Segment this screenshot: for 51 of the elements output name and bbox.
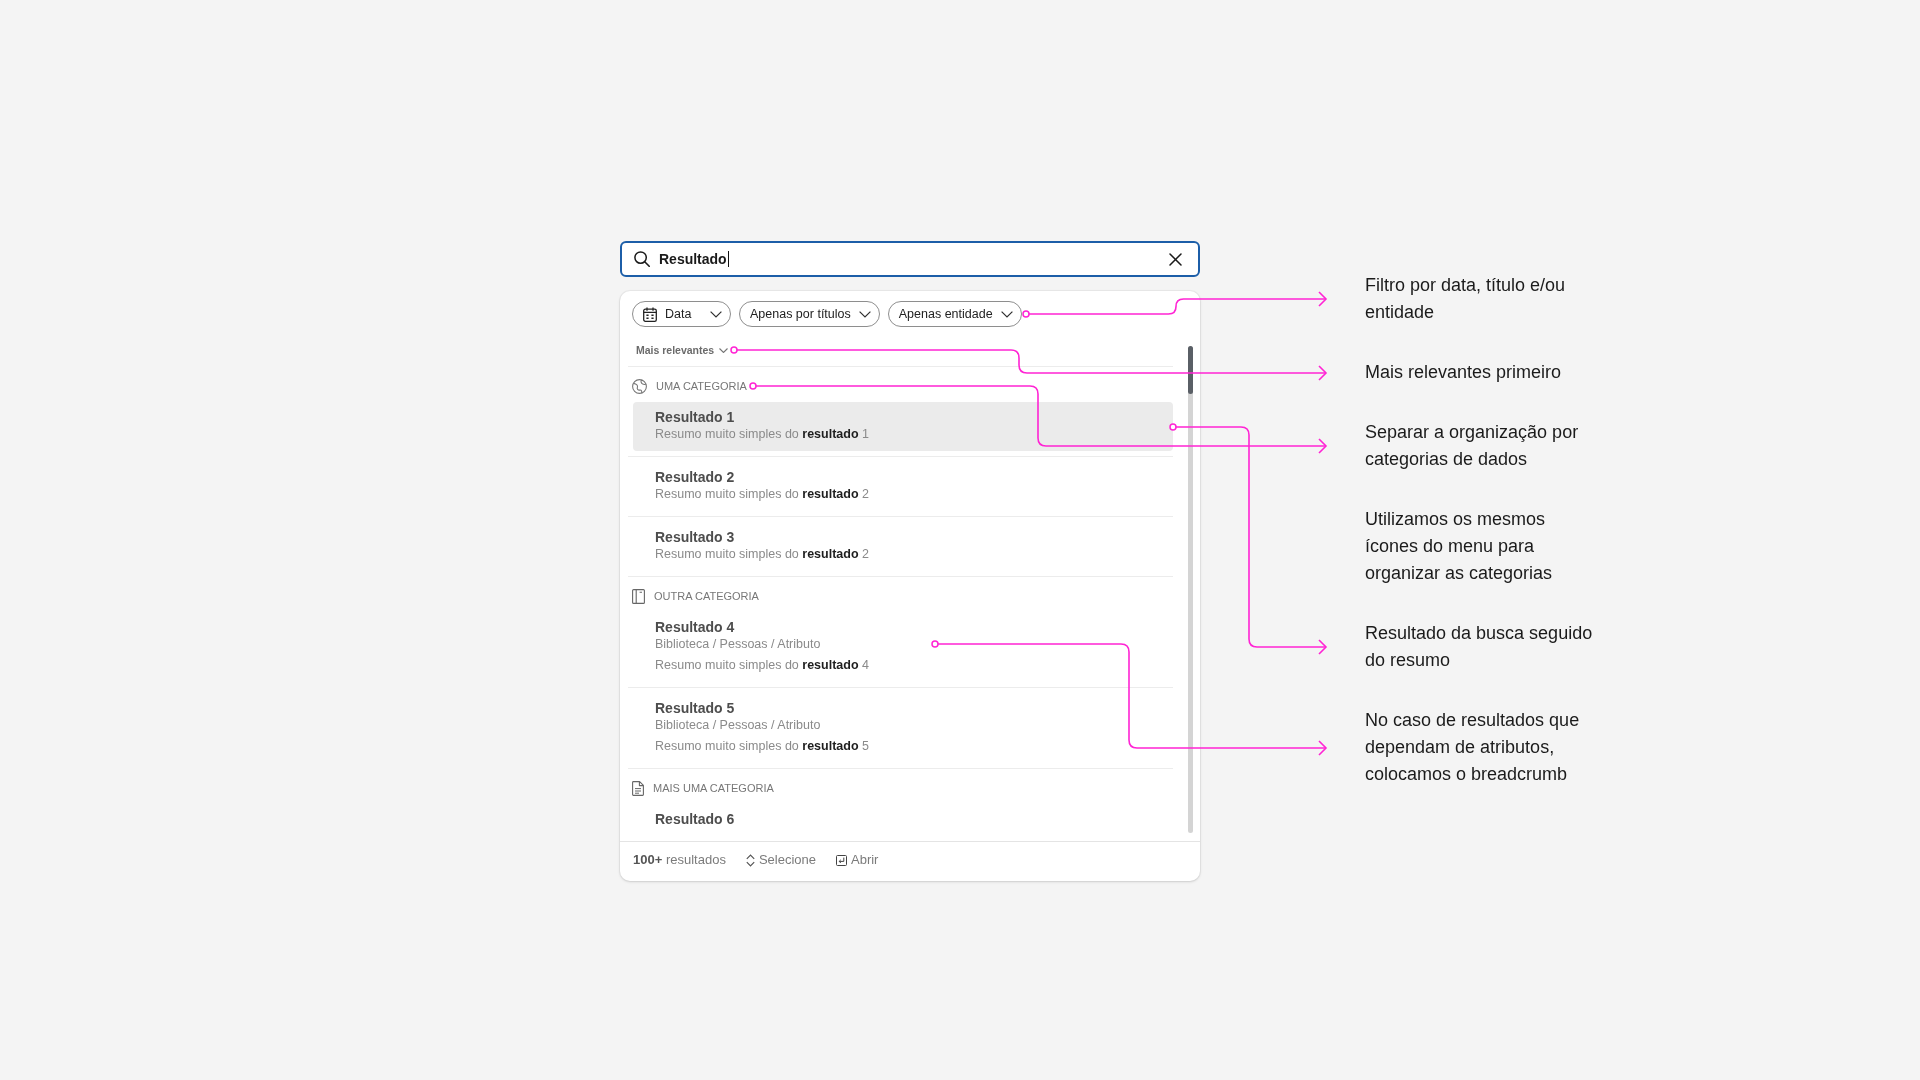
calendar-icon: [643, 306, 657, 322]
breadcrumb: Biblioteca / Pessoas / Atributo: [655, 636, 821, 652]
result-item[interactable]: Resultado 1 Resumo muito simples do resultado 1: [633, 402, 1173, 451]
shortcut-hint: Selecione: [758, 852, 816, 868]
result-summary: Resumo muito simples do resultado 2: [655, 486, 869, 503]
chevron-down-icon: [1000, 310, 1013, 318]
result-item[interactable]: Resultado 3 Resumo muito simples do resultado 2: [633, 522, 1173, 571]
shortcut-hint: Abrir: [851, 852, 879, 868]
result-title: Resultado 3: [655, 529, 735, 546]
result-count: 100+ resultados: [633, 852, 726, 868]
globe-icon: [632, 378, 647, 394]
chevron-down-icon: [858, 310, 871, 318]
result-title: Resultado 6: [655, 811, 735, 828]
result-summary: Resumo muito simples do resultado 1: [655, 426, 869, 443]
scrollbar-thumb[interactable]: [1188, 346, 1193, 394]
result-title: Resultado 2: [655, 469, 735, 486]
enter-key-icon: [836, 854, 847, 866]
chevron-down-icon: [719, 347, 729, 353]
result-item[interactable]: Resultado 6: [633, 804, 1173, 836]
document-icon: [632, 780, 644, 796]
result-title: Resultado 4: [655, 619, 735, 636]
annotation-text: Mais relevantes primeiro: [1365, 361, 1563, 384]
category-label: UMA CATEGORIA: [656, 379, 747, 394]
result-title: Resultado 1: [655, 409, 735, 426]
annotation-text: Utilizamos os mesmos ícones do menu para organizar as categorias: [1365, 508, 1554, 585]
breadcrumb: Biblioteca / Pessoas / Atributo: [655, 717, 821, 733]
annotation-text: Filtro por data, título e/ou entidade: [1365, 274, 1567, 324]
scrollbar[interactable]: [1188, 346, 1193, 833]
result-summary: Resumo muito simples do resultado 4: [655, 657, 869, 674]
result-summary: Resumo muito simples do resultado 5: [655, 738, 869, 755]
result-item[interactable]: Resultado 5 Biblioteca / Pessoas / Atributo Resumo muito simples do resultado 5: [633, 693, 1173, 763]
close-icon[interactable]: [1169, 252, 1182, 266]
filter-dropdown[interactable]: Data: [632, 301, 731, 327]
result-item[interactable]: Resultado 2 Resumo muito simples do resultado 2: [633, 462, 1173, 511]
text-cursor-icon: [727, 251, 730, 267]
category-label: OUTRA CATEGORIA: [654, 589, 759, 604]
sort-dropdown[interactable]: Mais relevantes: [636, 343, 729, 357]
annotation-text: No caso de resultados que dependam de atributos, colocamos o breadcrumb: [1365, 709, 1581, 786]
result-summary: Resumo muito simples do resultado 2: [655, 546, 869, 563]
filter-dropdown[interactable]: Apenas entidade: [887, 301, 1022, 327]
up-down-chevron-icon: [745, 853, 755, 867]
filter-dropdown[interactable]: Apenas por títulos: [739, 301, 880, 327]
notebook-icon: [632, 588, 645, 604]
annotation-text: Separar a organização por categorias de dados: [1365, 421, 1580, 471]
category-label: MAIS UMA CATEGORIA: [653, 781, 774, 796]
annotation-text: Resultado da busca seguido do resumo: [1365, 622, 1594, 672]
search-field[interactable]: Resultado: [620, 241, 1200, 277]
search-icon: [634, 251, 650, 267]
result-item[interactable]: Resultado 4 Biblioteca / Pessoas / Atributo Resumo muito simples do resultado 4: [633, 612, 1173, 682]
chevron-down-icon: [710, 310, 722, 318]
result-title: Resultado 5: [655, 700, 735, 717]
